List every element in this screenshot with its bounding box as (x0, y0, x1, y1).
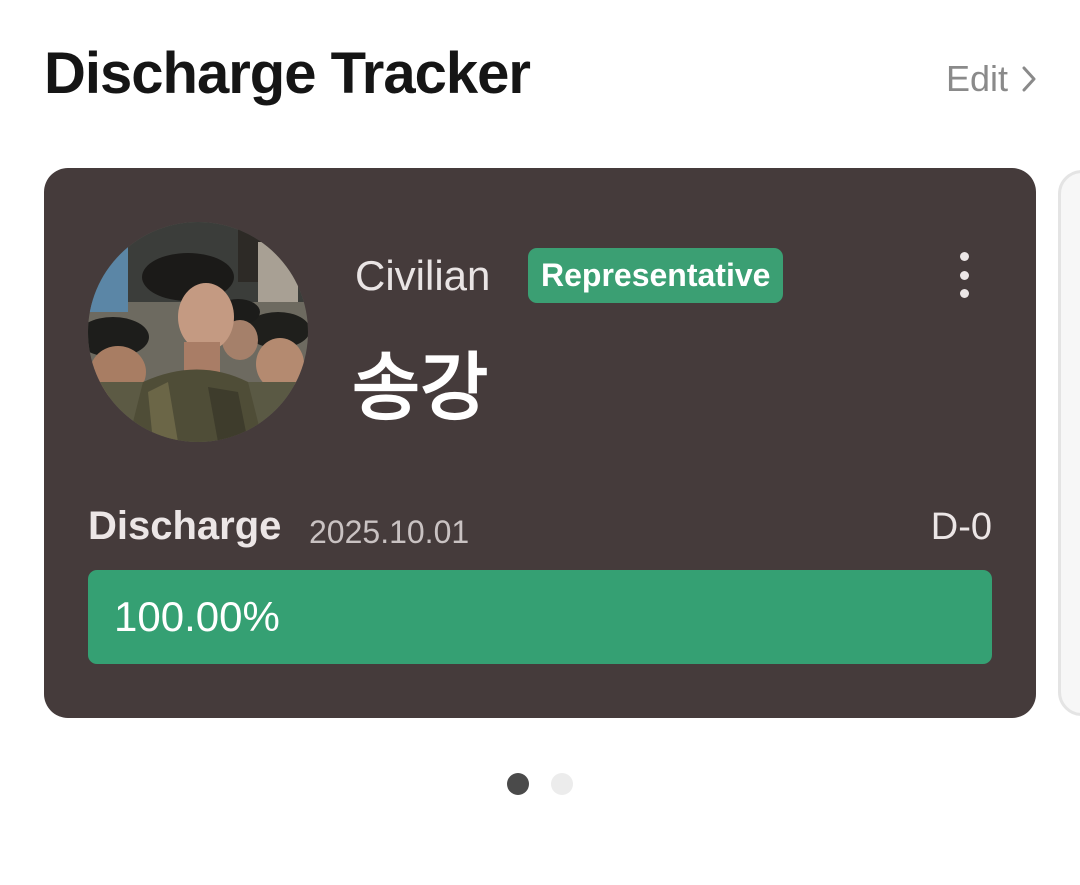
more-dot (959, 252, 969, 261)
next-tracker-card-peek[interactable] (1058, 170, 1080, 716)
more-dot (959, 289, 969, 298)
discharge-tracker-screen: Discharge Tracker Edit Civilian Represen… (0, 0, 1080, 885)
page-dot[interactable] (507, 773, 529, 795)
representative-badge: Representative (528, 248, 784, 303)
discharge-label: Discharge (88, 504, 282, 548)
person-name: 송강 (352, 345, 489, 431)
page-dot[interactable] (551, 773, 573, 795)
avatar (88, 222, 308, 442)
progress-text: 100.00% (114, 593, 280, 640)
chevron-right-icon (1022, 66, 1036, 92)
more-dot (959, 270, 969, 280)
more-vertical-icon[interactable] (948, 252, 980, 298)
discharge-date: 2025.10.01 (309, 514, 470, 550)
header: Discharge Tracker Edit (44, 36, 1036, 116)
edit-button[interactable]: Edit (946, 58, 1036, 100)
progress-bar: 100.00% (88, 570, 992, 664)
page-indicator (507, 773, 573, 795)
tracker-card[interactable]: Civilian Representative 송강 Discharge 202… (44, 168, 1036, 718)
edit-label: Edit (945, 58, 1008, 99)
page-title: Discharge Tracker (44, 41, 531, 106)
d-day-counter: D-0 (930, 506, 992, 548)
tracker-carousel[interactable]: Civilian Representative 송강 Discharge 202… (44, 168, 1080, 718)
status-label: Civilian (355, 252, 491, 299)
